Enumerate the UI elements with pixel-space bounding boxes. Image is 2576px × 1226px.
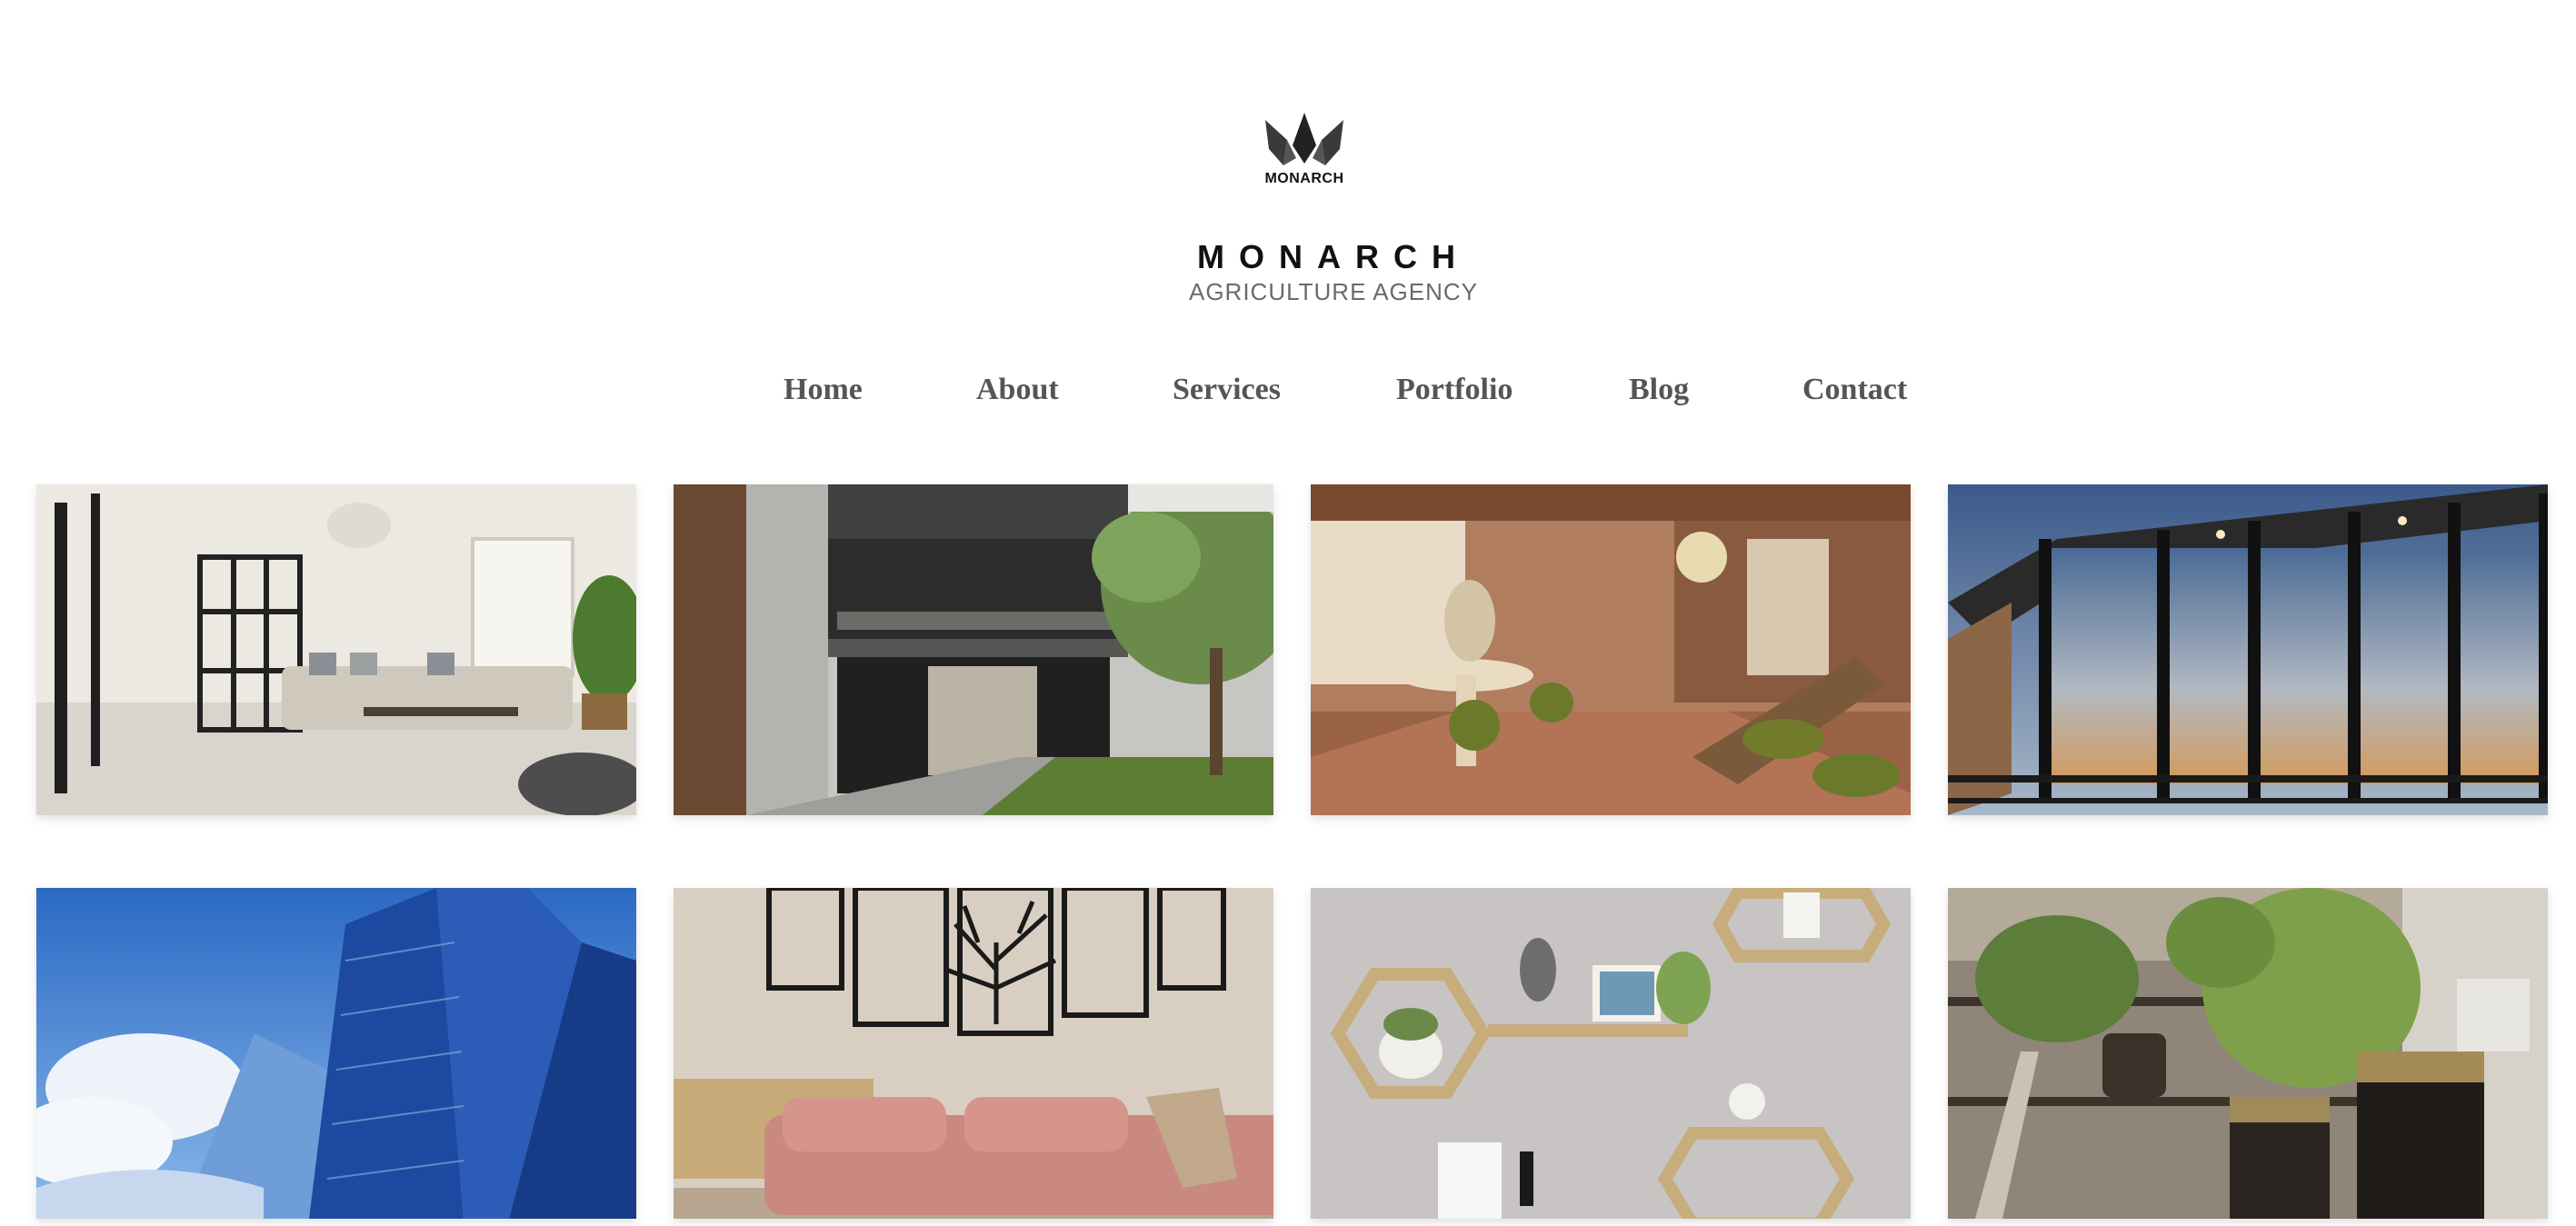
gallery-image-skyscrapers[interactable] (36, 888, 636, 1219)
main-nav: Home About Services Portfolio Blog Conta… (0, 373, 2576, 418)
crown-wings-icon (1265, 113, 1343, 165)
gallery-image-pink-sofa[interactable] (674, 888, 1273, 1219)
logo-text: MONARCH (1264, 171, 1344, 186)
page: MONARCH MONARCH AGRICULTURE AGENCY Home … (0, 0, 2576, 1226)
gallery-image-modern-house[interactable] (674, 484, 1273, 815)
nav-services[interactable]: Services (1173, 373, 1281, 407)
gallery-image-hexagon-shelves[interactable] (1311, 888, 1911, 1219)
living-room-image (36, 484, 636, 815)
nav-contact[interactable]: Contact (1802, 373, 1907, 407)
nav-home[interactable]: Home (784, 373, 863, 407)
pink-sofa-image (674, 888, 1273, 1219)
potted-plants-image (1948, 888, 2548, 1219)
nav-blog[interactable]: Blog (1629, 373, 1689, 407)
retro-interior-image (1311, 484, 1911, 815)
gallery-image-retro-interior[interactable] (1311, 484, 1911, 815)
brand-tagline: AGRICULTURE AGENCY (1188, 278, 1478, 305)
nav-portfolio[interactable]: Portfolio (1396, 373, 1513, 407)
logo[interactable]: MONARCH (1260, 113, 1349, 194)
brand-name: MONARCH (1197, 238, 1470, 275)
hexagon-shelves-image (1311, 888, 1911, 1219)
nav-about[interactable]: About (976, 373, 1059, 407)
modern-house-image (674, 484, 1273, 815)
skyscrapers-image (36, 888, 636, 1219)
gallery-image-living-room[interactable] (36, 484, 636, 815)
gallery-image-glass-facade[interactable] (1948, 484, 2548, 815)
gallery-image-potted-plants[interactable] (1948, 888, 2548, 1219)
glass-facade-image (1948, 484, 2548, 815)
